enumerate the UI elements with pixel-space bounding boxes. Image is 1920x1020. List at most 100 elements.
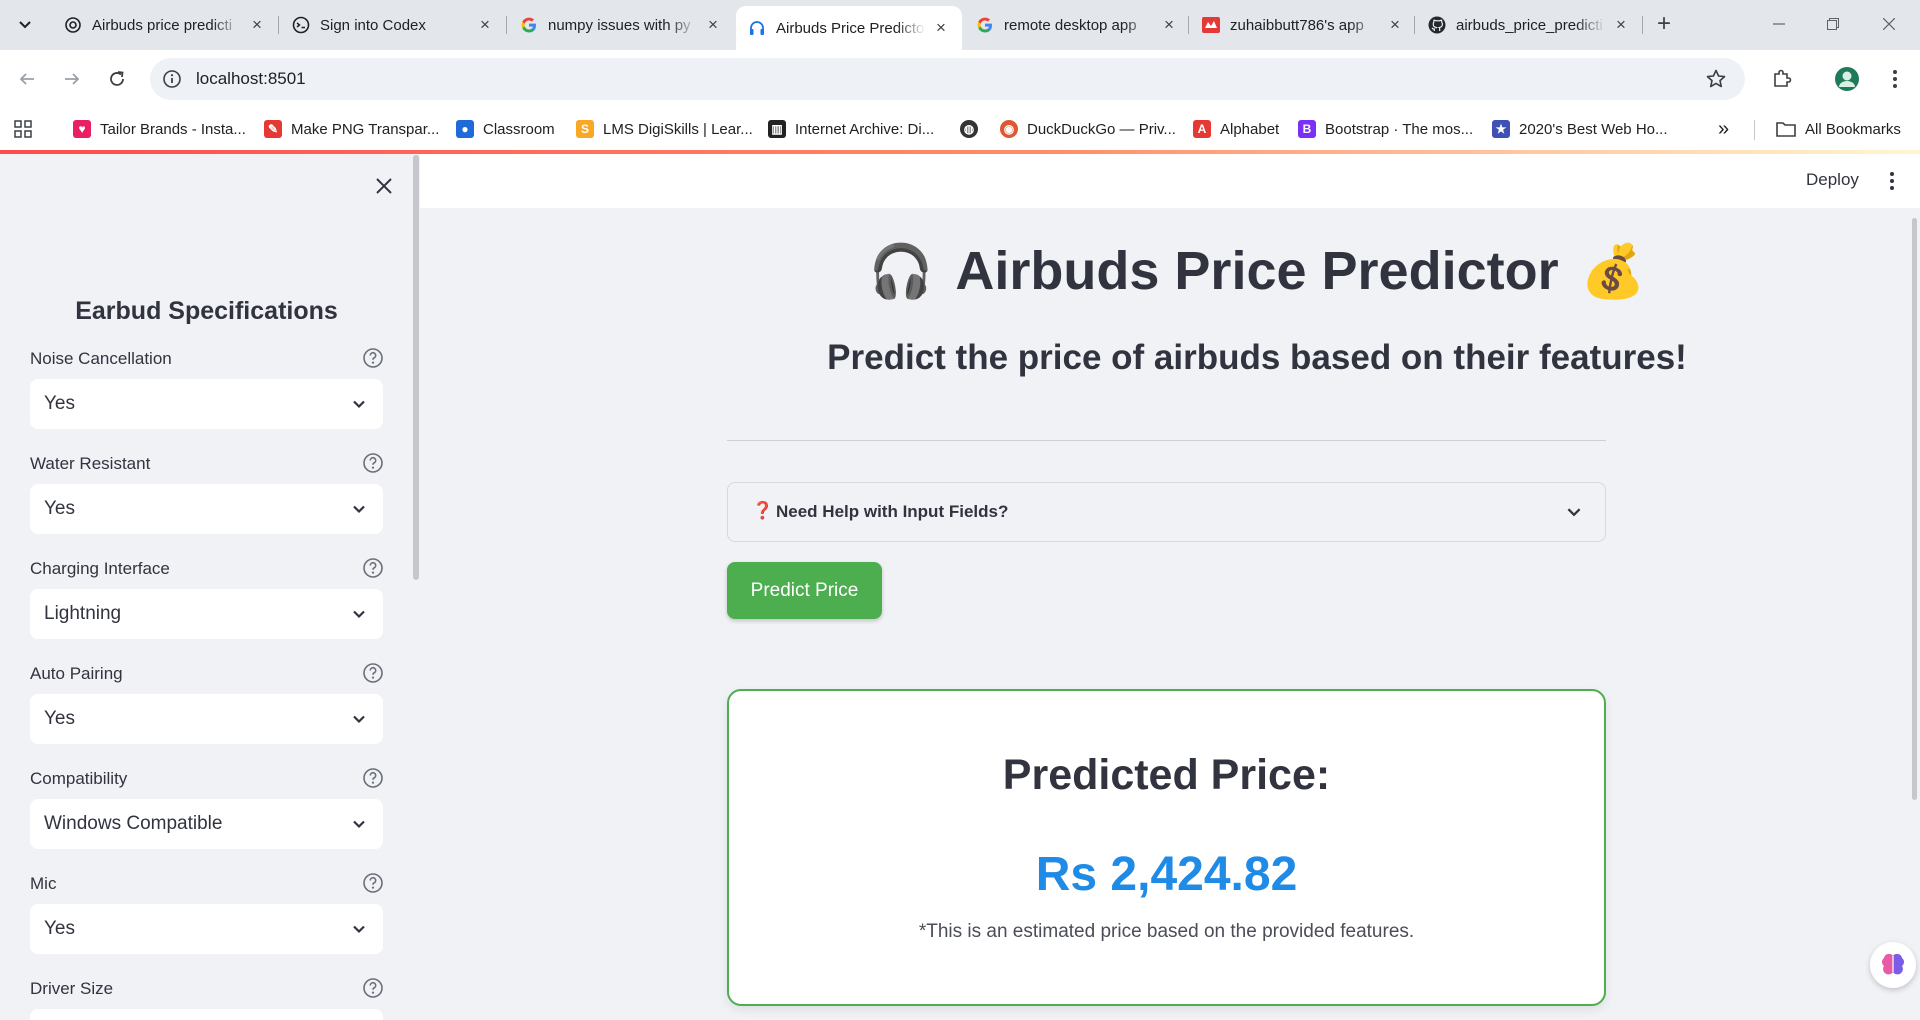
- help-icon[interactable]: [362, 977, 384, 999]
- restore-window-button[interactable]: [1810, 8, 1856, 40]
- help-icon[interactable]: [362, 872, 384, 894]
- all-bookmarks-button[interactable]: All Bookmarks: [1776, 118, 1901, 140]
- main-scrollbar[interactable]: [1912, 218, 1917, 800]
- tab-title: zuhaibbutt786's app: [1230, 16, 1364, 34]
- browser-tab[interactable]: Airbuds price predicti ×: [52, 6, 278, 44]
- predict-price-button[interactable]: Predict Price: [727, 562, 882, 619]
- minimize-window-button[interactable]: [1756, 8, 1802, 40]
- apps-button[interactable]: [14, 118, 32, 140]
- result-note: *This is an estimated price based on the…: [918, 921, 1415, 942]
- github-icon: [1428, 16, 1446, 34]
- close-icon: [376, 178, 392, 194]
- bookmark-item[interactable]: ✎ Make PNG Transpar...: [264, 118, 439, 140]
- help-icon[interactable]: [362, 662, 384, 684]
- help-expander[interactable]: ❓ Need Help with Input Fields?: [727, 482, 1606, 542]
- browser-tab[interactable]: numpy issues with py ×: [508, 6, 734, 44]
- help-icon[interactable]: [362, 347, 384, 369]
- close-tab-icon[interactable]: ×: [704, 16, 722, 34]
- chevron-down-icon: [353, 925, 365, 934]
- bookmark-item[interactable]: ▥ Internet Archive: Di...: [768, 118, 934, 140]
- chevron-down-icon: [353, 400, 365, 409]
- tab-title: airbuds_price_predicti: [1456, 16, 1603, 34]
- close-tab-icon[interactable]: ×: [1612, 16, 1630, 34]
- profile-avatar[interactable]: [1830, 62, 1864, 96]
- sidebar: Earbud Specifications Noise Cancellation…: [0, 154, 420, 1020]
- compatibility-select[interactable]: Windows Compatible: [30, 799, 383, 849]
- sidebar-scrollbar[interactable]: [413, 155, 419, 580]
- browser-tab[interactable]: Sign into Codex ×: [280, 6, 506, 44]
- forward-button[interactable]: [55, 62, 89, 96]
- chevron-down-icon: [19, 21, 31, 29]
- browser-menu-button[interactable]: [1878, 62, 1912, 96]
- apps-grid-icon: [14, 120, 32, 138]
- noise-cancellation-select[interactable]: Yes: [30, 379, 383, 429]
- close-sidebar-button[interactable]: [370, 172, 398, 200]
- folder-icon: [1776, 121, 1796, 137]
- bookmark-item[interactable]: ● Classroom: [456, 118, 555, 140]
- arrow-right-icon: [65, 73, 80, 85]
- codex-icon: [292, 16, 310, 34]
- web-hosting-icon: ★: [1492, 120, 1510, 138]
- deploy-button[interactable]: Deploy: [1806, 170, 1859, 190]
- browser-tab[interactable]: remote desktop app ×: [964, 6, 1190, 44]
- bookmark-star-icon[interactable]: [1705, 68, 1727, 95]
- bookmark-item[interactable]: ♥ Tailor Brands - Insta...: [73, 118, 246, 140]
- new-tab-button[interactable]: +: [1650, 11, 1678, 39]
- bookmark-item[interactable]: ◍: [960, 118, 987, 140]
- bookmark-divider: [1754, 120, 1755, 140]
- help-icon[interactable]: [362, 452, 384, 474]
- charging-interface-select[interactable]: Lightning: [30, 589, 383, 639]
- main-menu-button[interactable]: [1880, 168, 1904, 194]
- mic-select[interactable]: Yes: [30, 904, 383, 954]
- driver-size-label: Driver Size: [30, 979, 114, 998]
- bookmark-item[interactable]: ★ 2020's Best Web Ho...: [1492, 118, 1668, 140]
- result-heading: Predicted Price:: [1002, 751, 1331, 799]
- question-mark-icon: ❓: [752, 501, 774, 520]
- browser-tab[interactable]: zuhaibbutt786's app ×: [1190, 6, 1416, 44]
- alphabet-icon: A: [1193, 120, 1211, 138]
- assistant-floating-button[interactable]: [1870, 942, 1916, 988]
- mic-label: Mic: [30, 874, 57, 893]
- browser-tab-active[interactable]: Airbuds Price Predicto ×: [736, 6, 962, 50]
- page-subtitle: Predict the price of airbuds based on th…: [827, 338, 1687, 377]
- help-icon[interactable]: [362, 767, 384, 789]
- bookmark-item[interactable]: A Alphabet: [1193, 118, 1279, 140]
- reload-button[interactable]: [100, 62, 134, 96]
- close-window-button[interactable]: [1866, 8, 1912, 40]
- select-value: Yes: [44, 918, 75, 939]
- headphones-icon: 🎧: [868, 242, 934, 301]
- extensions-button[interactable]: [1765, 62, 1799, 96]
- help-expander-label: Need Help with Input Fields?: [776, 502, 1009, 521]
- close-tab-icon[interactable]: ×: [248, 16, 266, 34]
- close-tab-icon[interactable]: ×: [1386, 16, 1404, 34]
- url-text[interactable]: localhost:8501: [196, 69, 306, 89]
- bookmark-item[interactable]: S LMS DigiSkills | Lear...: [576, 118, 753, 140]
- chatgpt-icon: [64, 16, 82, 34]
- back-button[interactable]: [10, 62, 44, 96]
- google-icon: [520, 16, 538, 34]
- bookmark-item[interactable]: B Bootstrap · The mos...: [1298, 118, 1473, 140]
- chevron-down-icon: [1567, 508, 1581, 517]
- tab-search-button[interactable]: [9, 10, 41, 40]
- help-icon[interactable]: [362, 557, 384, 579]
- driver-size-input[interactable]: [30, 1009, 383, 1020]
- restore-icon: [1827, 18, 1839, 30]
- close-tab-icon[interactable]: ×: [1160, 16, 1178, 34]
- png-tool-icon: ✎: [264, 120, 282, 138]
- chevron-down-icon: [353, 715, 365, 724]
- tab-separator: [278, 16, 279, 34]
- tab-separator: [506, 16, 507, 34]
- money-bag-icon: 💰: [1580, 242, 1646, 301]
- auto-pairing-select[interactable]: Yes: [30, 694, 383, 744]
- site-info-icon[interactable]: [162, 69, 182, 94]
- bookmark-item[interactable]: ◉ DuckDuckGo — Priv...: [1000, 118, 1176, 140]
- bookmark-overflow-button[interactable]: »: [1718, 118, 1729, 140]
- divider: [727, 440, 1606, 441]
- address-bar[interactable]: localhost:8501: [150, 58, 1745, 100]
- sidebar-title: Earbud Specifications: [75, 297, 338, 325]
- arrow-left-icon: [19, 73, 34, 85]
- browser-tab[interactable]: airbuds_price_predicti ×: [1416, 6, 1642, 44]
- water-resistant-select[interactable]: Yes: [30, 484, 383, 534]
- close-tab-icon[interactable]: ×: [476, 16, 494, 34]
- close-tab-icon[interactable]: ×: [932, 19, 950, 37]
